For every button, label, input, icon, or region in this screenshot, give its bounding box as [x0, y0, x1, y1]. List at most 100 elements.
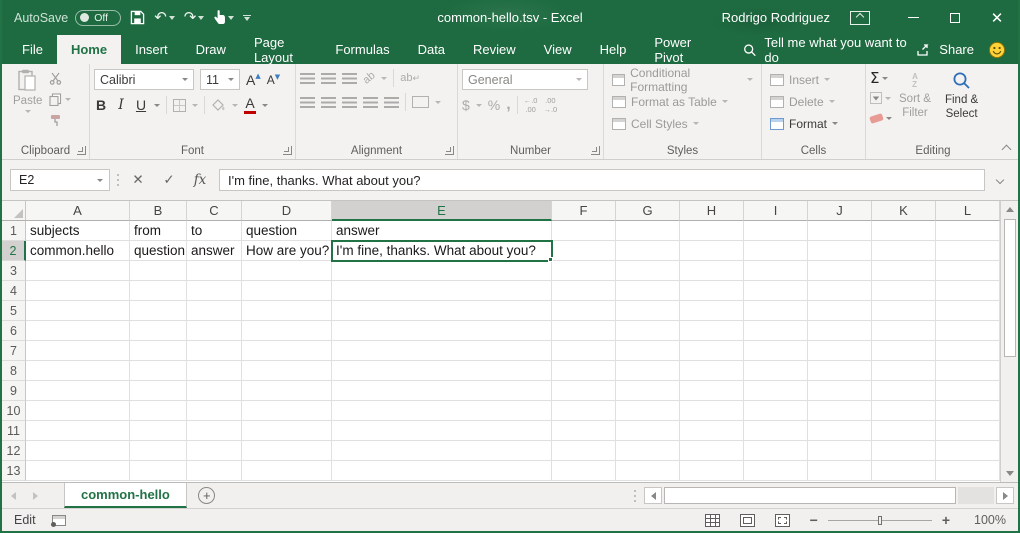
cell-A1[interactable]: subjects: [26, 221, 130, 241]
cell-J5[interactable]: [808, 301, 872, 321]
tab-power-pivot[interactable]: Power Pivot: [640, 35, 719, 64]
cell-B2[interactable]: question: [130, 241, 187, 261]
fill-handle[interactable]: [548, 257, 553, 262]
cell-B10[interactable]: [130, 401, 187, 421]
cell-I4[interactable]: [744, 281, 808, 301]
cell-J10[interactable]: [808, 401, 872, 421]
cell-K5[interactable]: [872, 301, 936, 321]
ribbon-conditional-formatting-button[interactable]: Conditional Formatting: [608, 69, 757, 90]
new-sheet-button[interactable]: +: [187, 483, 227, 508]
cell-J12[interactable]: [808, 441, 872, 461]
row-header-11[interactable]: 11: [2, 421, 26, 441]
ribbon-format-button[interactable]: Format: [766, 113, 842, 134]
cancel-button[interactable]: ✕: [126, 172, 150, 188]
formula-bar-splitter[interactable]: [117, 173, 119, 188]
font-size-combo[interactable]: 11: [200, 69, 240, 90]
font-dialog-launcher-icon[interactable]: [283, 146, 292, 155]
tell-me-box[interactable]: Tell me what you want to do: [743, 35, 916, 64]
vertical-scrollbar[interactable]: [1000, 201, 1018, 482]
cell-L6[interactable]: [936, 321, 1000, 341]
collapse-ribbon-icon[interactable]: [1002, 145, 1012, 155]
cell-C5[interactable]: [187, 301, 242, 321]
cell-C9[interactable]: [187, 381, 242, 401]
cell-I9[interactable]: [744, 381, 808, 401]
cell-F12[interactable]: [552, 441, 616, 461]
row-header-3[interactable]: 3: [2, 261, 26, 281]
customize-qat-button[interactable]: [243, 15, 251, 21]
cell-H6[interactable]: [680, 321, 744, 341]
cell-K11[interactable]: [872, 421, 936, 441]
col-header-A[interactable]: A: [26, 201, 130, 221]
horizontal-scroll-thumb[interactable]: [664, 487, 956, 504]
enter-button[interactable]: ✓: [157, 172, 181, 188]
increase-decimal-button[interactable]: ←.0 .00: [524, 96, 538, 114]
cell-K10[interactable]: [872, 401, 936, 421]
cell-K13[interactable]: [872, 461, 936, 481]
cell-I6[interactable]: [744, 321, 808, 341]
number-dialog-launcher-icon[interactable]: [591, 146, 600, 155]
page-break-preview-button[interactable]: [775, 514, 790, 527]
touch-mouse-mode-button[interactable]: [213, 10, 234, 25]
col-header-D[interactable]: D: [242, 201, 332, 221]
tab-help[interactable]: Help: [586, 35, 641, 64]
cell-A12[interactable]: [26, 441, 130, 461]
save-button[interactable]: [130, 10, 145, 25]
cell-K4[interactable]: [872, 281, 936, 301]
scroll-right-button[interactable]: [996, 487, 1014, 504]
user-name[interactable]: Rodrigo Rodriguez: [722, 10, 830, 25]
ribbon-cell-styles-button[interactable]: Cell Styles: [608, 113, 757, 134]
cell-G3[interactable]: [616, 261, 680, 281]
fill-color-icon[interactable]: [211, 99, 226, 112]
cell-I3[interactable]: [744, 261, 808, 281]
decrease-font-button[interactable]: A▼: [267, 73, 280, 87]
cell-L5[interactable]: [936, 301, 1000, 321]
cell-L7[interactable]: [936, 341, 1000, 361]
cell-D1[interactable]: question: [242, 221, 332, 241]
cell-B7[interactable]: [130, 341, 187, 361]
cell-L13[interactable]: [936, 461, 1000, 481]
cell-C6[interactable]: [187, 321, 242, 341]
page-layout-view-button[interactable]: [740, 514, 755, 527]
cell-K3[interactable]: [872, 261, 936, 281]
underline-dropdown-icon[interactable]: [154, 104, 160, 107]
orientation-dropdown-icon[interactable]: [381, 77, 387, 80]
vertical-scroll-thumb[interactable]: [1004, 219, 1016, 357]
dropdown-icon[interactable]: [747, 78, 753, 81]
cell-G5[interactable]: [616, 301, 680, 321]
cell-I2[interactable]: [744, 241, 808, 261]
paste-dropdown-icon[interactable]: [25, 110, 31, 113]
top-align-button[interactable]: [300, 73, 315, 84]
cell-H3[interactable]: [680, 261, 744, 281]
col-header-K[interactable]: K: [872, 201, 936, 221]
cell-B9[interactable]: [130, 381, 187, 401]
cell-A4[interactable]: [26, 281, 130, 301]
col-header-L[interactable]: L: [936, 201, 1000, 221]
cell-B13[interactable]: [130, 461, 187, 481]
font-color-dropdown-icon[interactable]: [262, 104, 268, 107]
col-header-C[interactable]: C: [187, 201, 242, 221]
tab-data[interactable]: Data: [404, 35, 459, 64]
undo-dropdown-icon[interactable]: [169, 16, 175, 20]
row-header-13[interactable]: 13: [2, 461, 26, 481]
cell-H9[interactable]: [680, 381, 744, 401]
ribbon-delete-button[interactable]: Delete: [766, 91, 842, 112]
font-size-dropdown-icon[interactable]: [228, 78, 234, 81]
dropdown-icon[interactable]: [829, 100, 835, 103]
cell-J9[interactable]: [808, 381, 872, 401]
expand-formula-bar-button[interactable]: [992, 177, 1008, 183]
col-header-H[interactable]: H: [680, 201, 744, 221]
name-box-dropdown-icon[interactable]: [97, 179, 103, 182]
cell-D11[interactable]: [242, 421, 332, 441]
cell-F8[interactable]: [552, 361, 616, 381]
cell-C2[interactable]: answer: [187, 241, 242, 261]
zoom-slider[interactable]: [828, 520, 932, 521]
zoom-in-button[interactable]: +: [942, 513, 950, 527]
clipboard-dialog-launcher-icon[interactable]: [77, 146, 86, 155]
decrease-indent-button[interactable]: [363, 97, 378, 108]
select-all-corner[interactable]: [2, 201, 26, 221]
underline-button[interactable]: U: [134, 97, 148, 113]
cell-E12[interactable]: [332, 441, 552, 461]
dropdown-icon[interactable]: [824, 78, 830, 81]
cell-I8[interactable]: [744, 361, 808, 381]
cell-K9[interactable]: [872, 381, 936, 401]
